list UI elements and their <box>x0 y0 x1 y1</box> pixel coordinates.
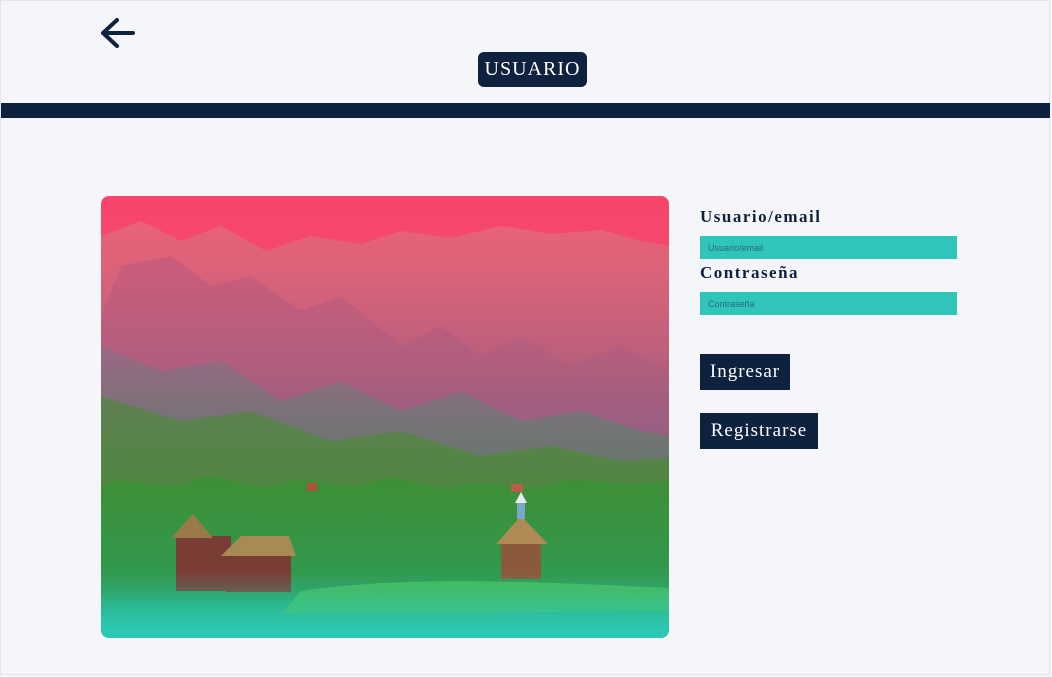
page-title: USUARIO <box>478 52 587 87</box>
register-button[interactable]: Registrarse <box>700 413 818 449</box>
username-label: Usuario/email <box>700 207 822 226</box>
back-button[interactable] <box>96 14 140 52</box>
hero-image <box>101 196 669 638</box>
login-button[interactable]: Ingresar <box>700 354 790 390</box>
header-divider <box>1 103 1050 118</box>
password-input[interactable] <box>700 292 957 315</box>
arrow-left-icon <box>101 18 135 48</box>
username-input[interactable] <box>700 236 957 259</box>
password-label: Contraseña <box>700 263 800 282</box>
